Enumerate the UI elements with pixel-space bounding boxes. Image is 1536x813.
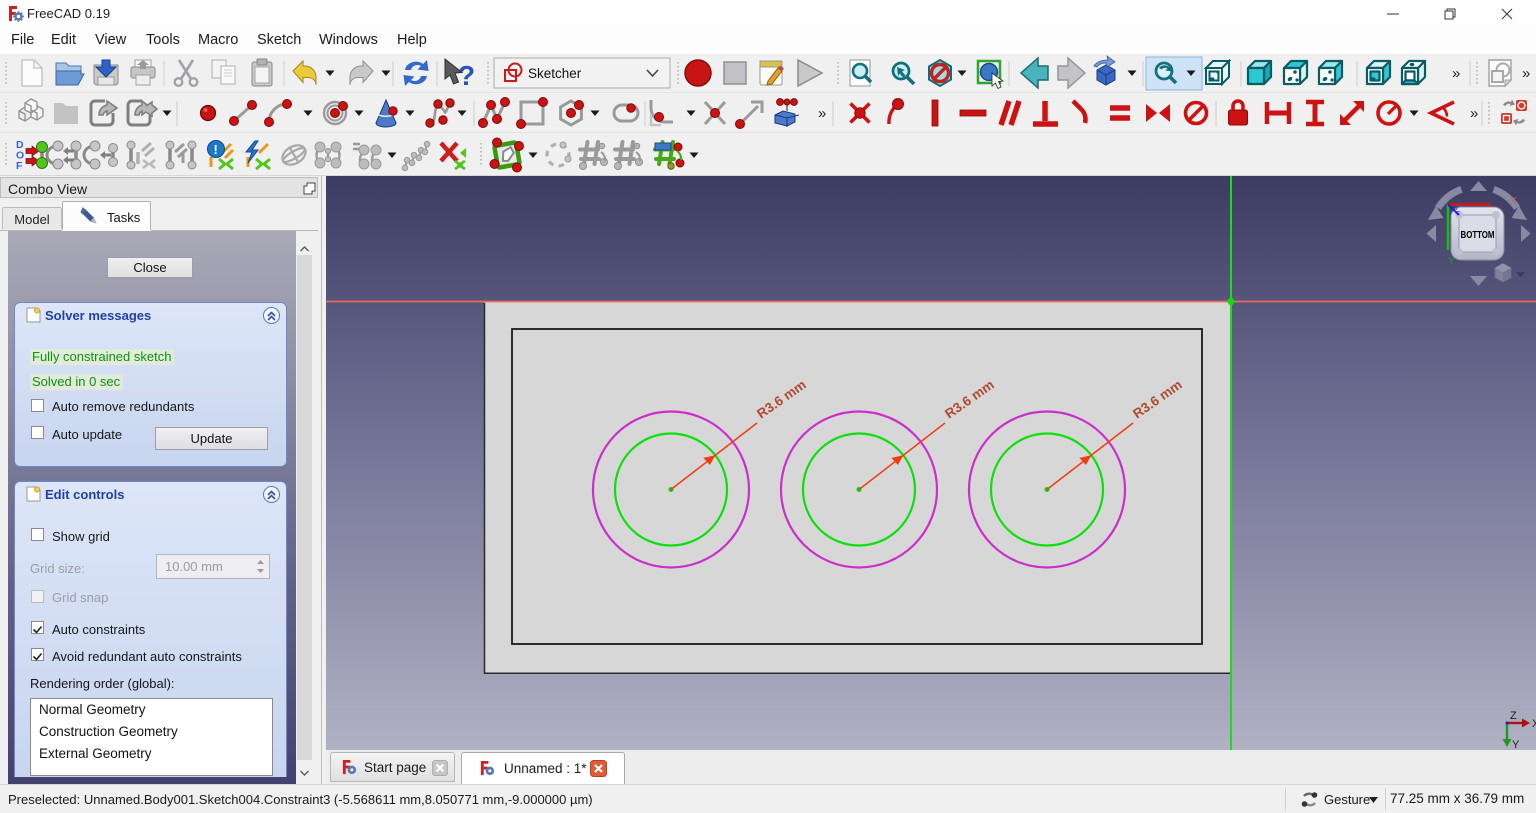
- svg-text:BOTTOM: BOTTOM: [1461, 229, 1495, 241]
- svg-text:»: »: [1522, 65, 1530, 82]
- svg-text:»: »: [1452, 65, 1460, 82]
- svg-text:»: »: [1470, 105, 1478, 122]
- svg-text:»: »: [818, 105, 826, 122]
- svg-text:Y: Y: [1448, 256, 1455, 267]
- svg-text:Z: Z: [1454, 204, 1460, 215]
- svg-text:Z: Z: [1510, 710, 1517, 722]
- svg-text:Y: Y: [1512, 739, 1520, 750]
- svg-text:?: ?: [458, 60, 475, 91]
- svg-text:X: X: [1532, 718, 1536, 730]
- svg-text:Sketcher: Sketcher: [528, 66, 582, 81]
- svg-text:X: X: [1510, 196, 1517, 207]
- svg-text:F: F: [16, 160, 23, 172]
- svg-text:!: !: [214, 142, 218, 157]
